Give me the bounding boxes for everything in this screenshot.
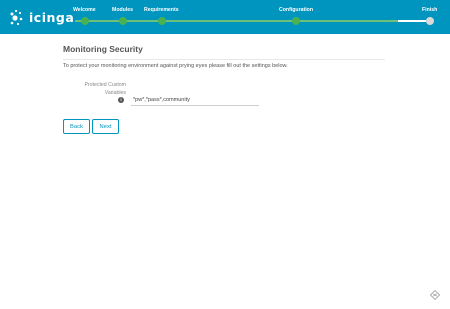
step-label-configuration: Configuration (279, 7, 313, 13)
next-button[interactable]: Next (92, 119, 119, 134)
page-title: Monitoring Security (63, 44, 143, 54)
step-dot-finish (426, 17, 434, 25)
back-button[interactable]: Back (63, 119, 90, 134)
icinga-logo-mark-icon (10, 9, 23, 26)
step-dot-configuration (292, 17, 300, 25)
protected-custom-variables-input[interactable] (131, 95, 259, 106)
info-circle-icon[interactable]: i (118, 97, 124, 103)
logo-text: icinga (29, 10, 75, 25)
wizard-header: icinga Welcome Modules Requirements Conf… (0, 0, 450, 34)
step-label-modules: Modules (112, 7, 134, 13)
step-label-requirements: Requirements (144, 7, 179, 13)
step-dot-modules (119, 17, 127, 25)
progress-track-pending (398, 20, 426, 22)
icinga-logo: icinga (8, 8, 74, 28)
step-dot-welcome (81, 17, 89, 25)
tag-icon (430, 290, 440, 300)
intro-text: To protect your monitoring environment a… (63, 63, 288, 69)
step-dot-requirements (158, 17, 166, 25)
step-label-finish: Finish (422, 7, 438, 13)
title-divider (63, 59, 385, 60)
protected-custom-variables-label: Protected Custom Variables (84, 82, 126, 96)
step-label-welcome: Welcome (73, 7, 96, 13)
